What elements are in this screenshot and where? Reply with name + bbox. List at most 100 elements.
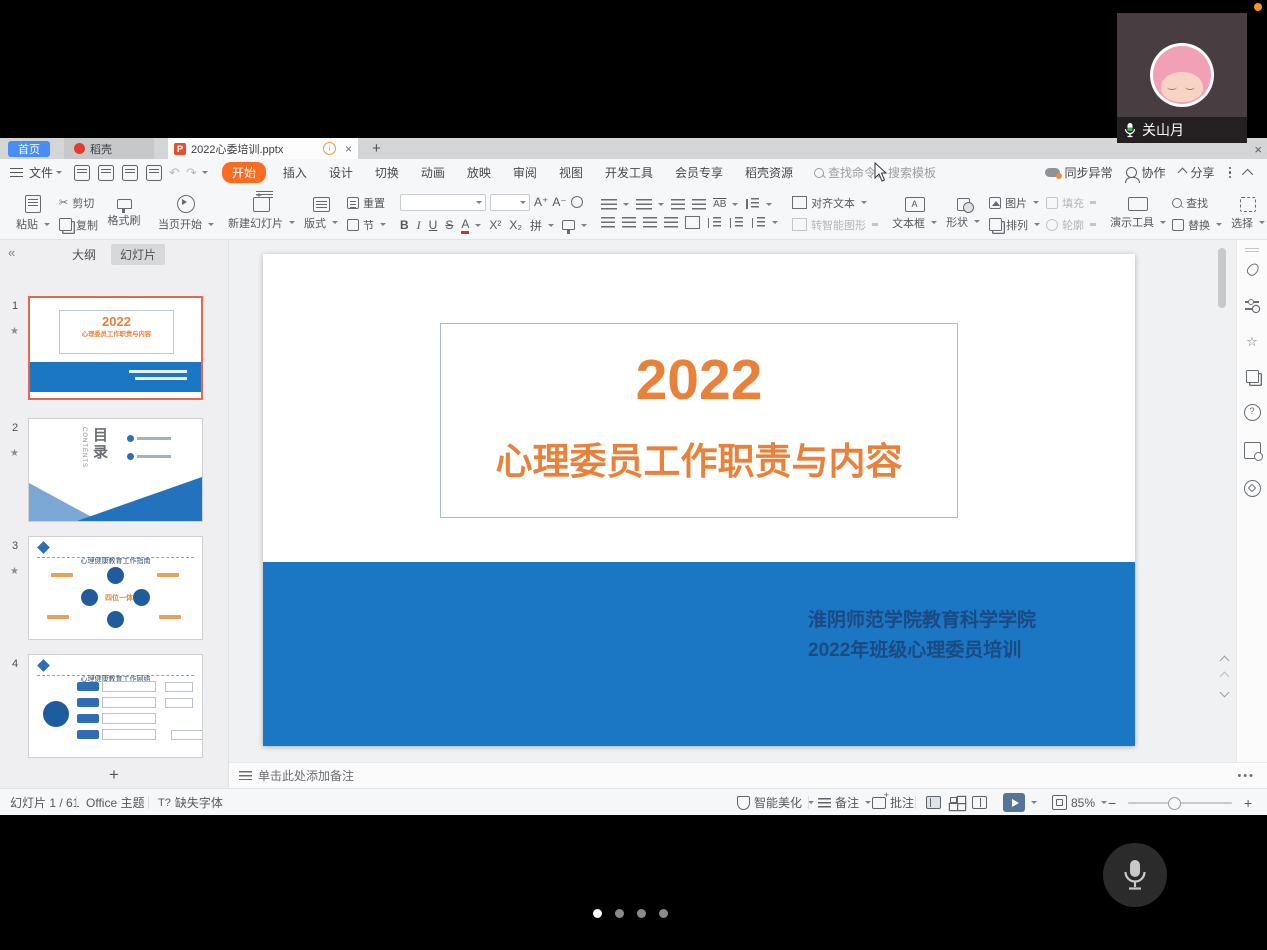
resource-box-icon[interactable] [1244,442,1261,459]
font-name-select[interactable] [400,194,486,211]
current-slide[interactable]: 2022 心理委员工作职责与内容 淮阴师范学院教育科学学院 2022年班级心理委… [263,254,1135,746]
reset-button[interactable]: 重置 [347,195,386,211]
section-button[interactable]: 节 [347,217,386,233]
cut-button[interactable]: ✂剪切 [59,195,98,211]
menu-docer-resources[interactable]: 稻壳资源 [734,164,804,181]
tab-docer[interactable]: 稻壳 [64,138,154,159]
new-tab-button[interactable]: + [372,140,381,157]
arrange-button[interactable]: 排列 [989,217,1040,233]
menu-start[interactable]: 开始 [222,162,266,183]
slide-thumbnail-3[interactable]: 心理健康教育工作指南 四位一体 [28,536,203,640]
align-left-icon[interactable] [601,217,615,228]
menu-review[interactable]: 审阅 [502,164,548,181]
bold-button[interactable]: B [400,218,409,232]
quickbar-caret-icon[interactable] [202,171,208,174]
present-tools-button[interactable]: 演示工具 [1110,197,1166,230]
skin-icon[interactable] [1244,480,1261,497]
underline-button[interactable]: U [429,218,438,232]
slide-sorter-view-button[interactable] [949,796,964,809]
theme-label[interactable]: Office 主题 [86,789,144,816]
zoom-in-button[interactable]: + [1244,789,1252,816]
zoom-slider[interactable] [1128,802,1232,804]
add-slide-button[interactable]: + [0,762,228,788]
menu-transition[interactable]: 切换 [364,164,410,181]
properties-sliders-icon[interactable] [1245,298,1260,313]
decrease-indent-icon[interactable] [671,199,685,210]
rail-handle-icon[interactable] [1245,248,1259,249]
paste-button[interactable]: 粘贴 [13,195,53,232]
subscript-button[interactable]: X₂ [509,218,522,232]
notes-toggle-button[interactable]: 备注 [818,789,871,816]
bullet-list-button[interactable] [601,199,629,210]
tab-close-icon[interactable]: × [345,142,352,156]
sync-status-button[interactable]: 同步异常 [1045,164,1112,181]
duplicate-icon[interactable] [1246,370,1259,383]
notes-more-icon[interactable]: ••• [1237,770,1267,782]
menu-slideshow[interactable]: 放映 [456,164,502,181]
save-icon[interactable] [74,165,90,181]
clear-format-icon[interactable] [571,196,583,208]
microphone-button[interactable] [1103,843,1167,907]
slide-blue-band[interactable]: 淮阴师范学院教育科学学院 2022年班级心理委员培训 [263,562,1135,746]
slide-title-box[interactable]: 2022 心理委员工作职责与内容 [440,323,958,518]
collaborate-button[interactable]: 协作 [1126,164,1165,181]
menu-member[interactable]: 会员专享 [664,164,734,181]
para-spacing-button[interactable] [751,217,778,229]
numbered-list-button[interactable] [636,199,664,210]
format-painter-button[interactable]: 格式刷 [104,199,144,228]
page-dot-active[interactable] [593,909,602,918]
effects-star-icon[interactable]: ☆ [1245,334,1260,349]
more-options-icon[interactable] [1229,167,1232,179]
picture-button[interactable]: 图片 [989,195,1040,211]
comments-button[interactable]: 批注 [872,789,914,816]
font-size-select[interactable] [490,194,530,211]
menu-insert[interactable]: 插入 [272,164,318,181]
notes-bar[interactable]: 单击此处添加备注 ••• [229,762,1267,788]
menu-devtools[interactable]: 开发工具 [594,164,664,181]
align-text-button[interactable]: 对齐文本 [792,195,878,211]
menu-design[interactable]: 设计 [318,164,364,181]
scroll-up-icon[interactable] [1220,672,1230,682]
export-icon[interactable] [98,165,114,181]
copy-button[interactable]: 复制 [59,217,98,233]
outline-button[interactable]: 轮廓 [1046,217,1096,233]
page-indicator-dots[interactable] [593,909,668,918]
undo-icon[interactable]: ↶ [169,165,180,181]
missing-font-button[interactable]: T? 缺失字体 [158,789,223,816]
to-smartart-button[interactable]: 转智能图形 [792,217,878,233]
participant-video-tile[interactable]: 关山月 [1117,13,1247,143]
print-icon[interactable] [122,165,138,181]
normal-view-button[interactable] [926,796,941,809]
select-button[interactable]: 选择 [1228,197,1267,231]
align-center-icon[interactable] [622,217,636,228]
page-dot[interactable] [659,909,668,918]
previous-slide-icon[interactable] [1220,656,1230,666]
menu-animation[interactable]: 动画 [410,164,456,181]
text-box-button[interactable]: A 文本框 [892,197,937,231]
rocket-icon[interactable] [1245,262,1260,277]
page-dot[interactable] [615,909,624,918]
replace-button[interactable]: 替换 [1172,217,1222,233]
increase-font-icon[interactable]: A⁺ [534,195,548,209]
zoom-out-button[interactable]: − [1108,789,1116,816]
text-direction-button[interactable]: AB [713,199,738,210]
layout-button[interactable]: 版式 [301,197,341,231]
decrease-font-icon[interactable]: A⁻ [552,195,566,209]
slideshow-button[interactable] [1003,789,1037,816]
collapse-panel-icon[interactable]: « [8,245,15,260]
page-dot[interactable] [637,909,646,918]
print-preview-icon[interactable] [146,165,162,181]
zoom-level[interactable]: 85% [1071,796,1095,810]
canvas-scrollbar[interactable] [1218,248,1226,308]
tab-home[interactable]: 首页 [8,141,50,157]
slide-thumbnail-1[interactable]: 2022 心理委员工作职责与内容 [28,296,203,400]
italic-button[interactable]: I [417,218,421,233]
play-from-current-button[interactable]: 当页开始 [158,195,214,232]
tab-outline[interactable]: 大纲 [63,244,105,265]
fit-to-window-icon[interactable] [1052,795,1067,810]
share-button[interactable]: 分享 [1179,164,1214,181]
next-slide-icon[interactable] [1220,688,1230,698]
slide-nav-arrows[interactable] [1221,657,1228,696]
hamburger-icon[interactable] [10,172,23,174]
reading-view-button[interactable] [972,796,987,809]
